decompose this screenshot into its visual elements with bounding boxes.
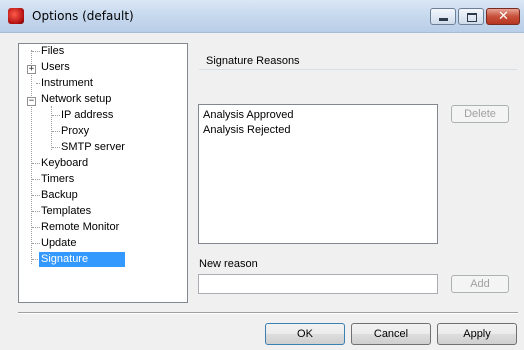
title-bar[interactable]: Options (default) ✕ [0, 0, 524, 33]
collapse-network-icon[interactable]: − [27, 97, 36, 106]
footer-separator [18, 312, 518, 314]
close-icon: ✕ [498, 9, 509, 24]
tree-item-instrument[interactable]: Instrument [39, 76, 95, 91]
tree-item-label: Users [41, 61, 70, 73]
tree-item-network-setup[interactable]: Network setup [39, 92, 113, 107]
add-button[interactable]: Add [451, 275, 509, 293]
list-item[interactable]: Analysis Rejected [203, 123, 290, 137]
tree-item-label: Backup [41, 189, 78, 201]
ok-button[interactable]: OK [265, 323, 345, 345]
reasons-list[interactable]: Analysis Approved Analysis Rejected [198, 104, 438, 244]
tree-item-label: Signature [39, 252, 125, 267]
tree-item-label: Remote Monitor [41, 221, 120, 233]
minimize-icon [439, 18, 448, 21]
tree-item-keyboard[interactable]: Keyboard [39, 156, 90, 171]
maximize-button[interactable] [458, 8, 484, 25]
minimize-button[interactable] [430, 8, 456, 25]
tree-item-timers[interactable]: Timers [39, 172, 76, 187]
tree-item-update[interactable]: Update [39, 236, 78, 251]
app-icon [8, 8, 24, 24]
close-button[interactable]: ✕ [486, 8, 520, 25]
tree-connector [31, 50, 32, 264]
tree-item-ip-address[interactable]: IP address [59, 108, 115, 123]
new-reason-label: New reason [199, 258, 258, 270]
signature-reasons-heading: Signature Reasons [206, 55, 300, 67]
maximize-icon [467, 13, 477, 22]
cancel-button[interactable]: Cancel [351, 323, 431, 345]
tree-item-users[interactable]: Users [39, 60, 72, 75]
tree-item-label: Instrument [41, 77, 93, 89]
tree-item-templates[interactable]: Templates [39, 204, 93, 219]
tree-connector [51, 106, 52, 150]
tree-item-label: Timers [41, 173, 75, 185]
tree-item-label: Proxy [61, 125, 90, 137]
tree-item-label: Network setup [41, 93, 112, 105]
tree-item-proxy[interactable]: Proxy [59, 124, 91, 139]
tree-item-label: Templates [41, 205, 92, 217]
group-divider [199, 69, 517, 70]
apply-button[interactable]: Apply [437, 323, 517, 345]
tree-item-backup[interactable]: Backup [39, 188, 80, 203]
list-item[interactable]: Analysis Approved [203, 108, 294, 122]
tree-item-label: IP address [61, 109, 114, 121]
tree-item-label: Files [41, 45, 65, 57]
expand-users-icon[interactable]: + [27, 65, 36, 74]
tree-item-label: SMTP server [61, 141, 125, 153]
tree-item-files[interactable]: Files [39, 44, 66, 59]
delete-button[interactable]: Delete [451, 105, 509, 123]
tree-item-signature[interactable]: Signature [39, 252, 125, 267]
tree-item-remote-monitor[interactable]: Remote Monitor [39, 220, 121, 235]
options-tree[interactable]: + − Files Users Instrument Network setup… [18, 43, 188, 303]
options-window: Options (default) ✕ + − Files Users Inst… [0, 0, 524, 350]
tree-item-smtp-server[interactable]: SMTP server [59, 140, 127, 155]
tree-item-label: Update [41, 237, 77, 249]
tree-item-label: Keyboard [41, 157, 89, 169]
new-reason-input[interactable] [198, 274, 438, 294]
window-title: Options (default) [32, 9, 134, 23]
